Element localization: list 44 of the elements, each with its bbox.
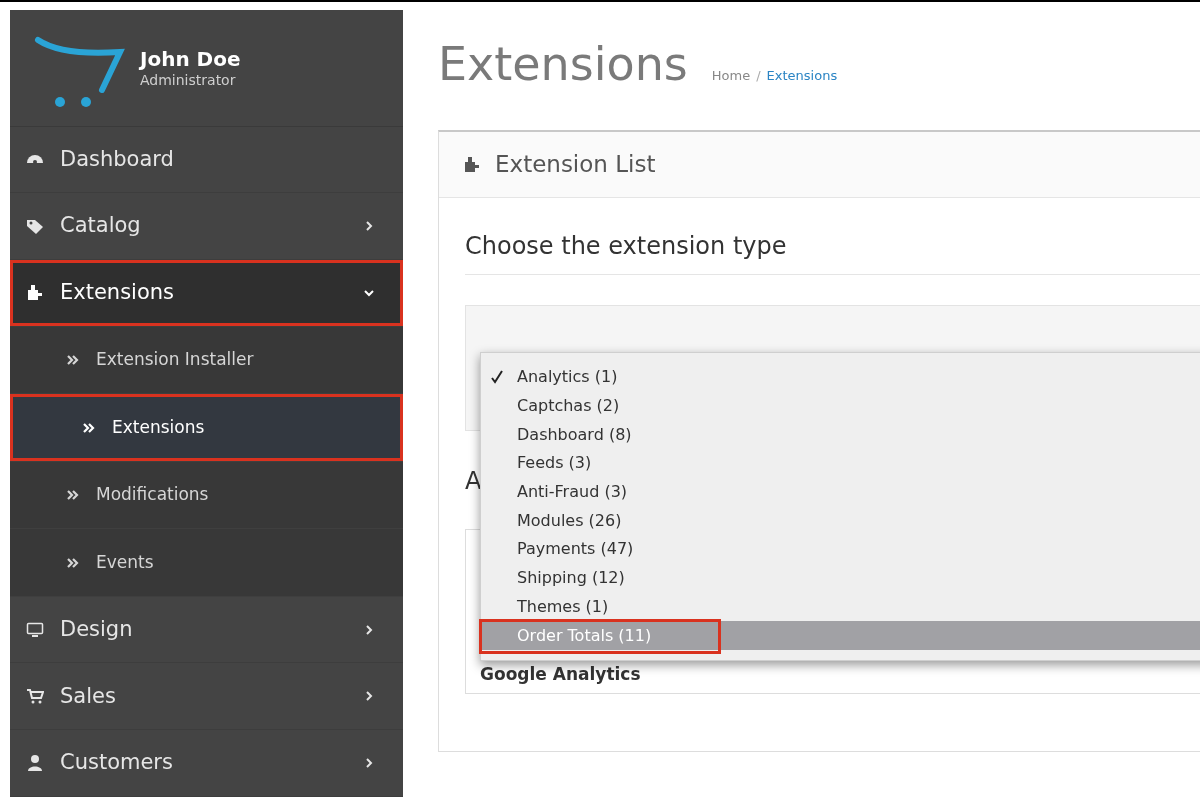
user-role: Administrator bbox=[140, 71, 237, 89]
dropdown-option[interactable]: Captchas (2) bbox=[481, 391, 1200, 421]
submenu-item[interactable]: Extension Installer bbox=[10, 326, 403, 395]
sidebar-item[interactable]: Sales bbox=[10, 663, 403, 731]
chevron-right-icon bbox=[363, 220, 375, 233]
dropdown-option[interactable]: Themes (1) bbox=[481, 592, 1200, 622]
chevron-right-icon bbox=[363, 623, 375, 636]
table-cell: Google Analytics bbox=[480, 664, 641, 684]
dropdown-option[interactable]: Shipping (12) bbox=[481, 563, 1200, 593]
submenu-item[interactable]: Events bbox=[10, 529, 403, 597]
sidebar-item[interactable]: Extensions bbox=[10, 260, 403, 327]
sidebar-item[interactable]: Customers bbox=[10, 730, 403, 797]
breadcrumb-separator: / bbox=[756, 67, 761, 85]
double-chevron-icon bbox=[82, 421, 96, 434]
user-name: John Doe bbox=[140, 46, 241, 72]
double-chevron-icon bbox=[66, 354, 80, 366]
sidebar-item[interactable]: Design bbox=[10, 596, 403, 664]
dropdown-option[interactable]: Modules (26) bbox=[481, 506, 1200, 536]
puzzle-icon bbox=[26, 283, 44, 302]
submenu-item[interactable]: Extensions bbox=[10, 394, 403, 462]
submenu-item[interactable]: Modifications bbox=[10, 461, 403, 530]
section-title: A bbox=[465, 466, 482, 497]
dropdown-option[interactable]: Analytics (1) bbox=[481, 363, 1200, 392]
monitor-icon bbox=[26, 620, 44, 639]
breadcrumb-link[interactable]: Extensions bbox=[766, 66, 838, 86]
double-chevron-icon bbox=[66, 489, 80, 501]
double-chevron-icon bbox=[66, 556, 80, 569]
dropdown-option[interactable]: Dashboard (8) bbox=[481, 420, 1200, 450]
dropdown-option[interactable]: Feeds (3) bbox=[481, 449, 1200, 478]
chevron-right-icon bbox=[363, 690, 375, 703]
checkmark-icon bbox=[491, 370, 503, 385]
panel-title: Extension List bbox=[495, 150, 656, 180]
dropdown-option[interactable]: Payments (47) bbox=[481, 535, 1200, 564]
section-title: Choose the extension type bbox=[465, 198, 1200, 275]
breadcrumb-link[interactable]: Home bbox=[711, 66, 751, 86]
sidebar-item[interactable]: Catalog bbox=[10, 193, 403, 260]
chevron-right-icon bbox=[363, 757, 375, 770]
user-icon bbox=[26, 754, 44, 773]
dropdown-option[interactable]: Anti-Fraud (3) bbox=[481, 477, 1200, 507]
sidebar-item[interactable]: Dashboard bbox=[10, 126, 403, 194]
puzzle-icon bbox=[463, 155, 481, 174]
tag-icon bbox=[26, 217, 44, 236]
cart-icon bbox=[26, 687, 44, 706]
page-title: Extensions bbox=[438, 36, 688, 93]
